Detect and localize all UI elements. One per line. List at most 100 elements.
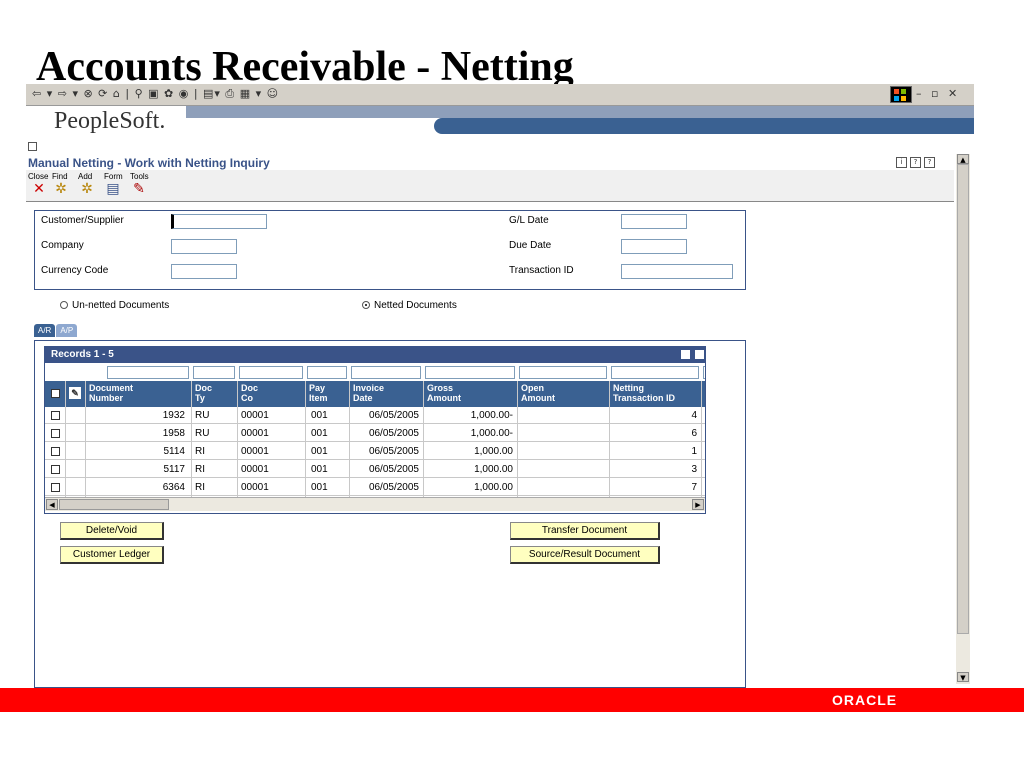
qbe-doc-ty[interactable] (193, 366, 235, 379)
browser-toolbar-icons[interactable]: ⇦ ▾ ⇨ ▾ ⊗ ⟳ ⌂ | ⚲ ▣ ✿ ◉ | ▤▾ ⎙ ▦ ▾ ☺ (32, 87, 279, 101)
col-open-amount[interactable]: Open Amount (521, 383, 555, 403)
cell-doc-ty: RU (195, 410, 210, 421)
cell-gross-amount: 1,000.00 (474, 464, 513, 475)
radio-netted-circle[interactable] (362, 301, 370, 309)
source-result-document-button[interactable]: Source/Result Document (510, 546, 660, 564)
cell-doc-number: 5117 (163, 464, 185, 475)
table-row[interactable]: 5117 RI 00001 001 06/05/2005 1,000.00 3 (45, 461, 705, 478)
horizontal-scrollbar[interactable]: ◀ ▶ (45, 497, 705, 511)
gl-date-input[interactable] (621, 214, 687, 229)
row-exit-icon[interactable]: ✎ (69, 387, 81, 399)
menu-form[interactable]: Form (104, 172, 123, 181)
cell-gross-amount: 1,000.00 (474, 482, 513, 493)
table-row[interactable]: 6364 RI 00001 001 06/05/2005 1,000.00 7 (45, 479, 705, 496)
header-band-dark: Sign Out (434, 118, 974, 144)
col-netting-transaction-id[interactable]: Netting Transaction ID (613, 383, 675, 403)
select-all-checkbox[interactable] (51, 389, 60, 398)
filter-panel: Customer/Supplier Company Currency Code … (34, 210, 746, 290)
cell-doc-co: 00001 (241, 482, 269, 493)
table-row[interactable]: 5114 RI 00001 001 06/05/2005 1,000.00 1 (45, 443, 705, 460)
col-pay-item[interactable]: Pay Item (309, 383, 328, 403)
qbe-doc-number[interactable] (107, 366, 189, 379)
col-doc-co[interactable]: Doc Co (241, 383, 258, 403)
windows-logo-icon (890, 86, 912, 103)
tools-icon[interactable]: ✎ (132, 182, 146, 196)
whats-this-icon[interactable]: ? (924, 157, 935, 168)
col-doc-ty[interactable]: Doc Ty (195, 383, 212, 403)
due-date-input[interactable] (621, 239, 687, 254)
menu-find[interactable]: Find (52, 172, 68, 181)
gl-date-label: G/L Date (509, 215, 549, 226)
tab-ap[interactable]: A/P (56, 324, 78, 337)
radio-netted[interactable]: Netted Documents (362, 300, 457, 311)
company-input[interactable] (171, 239, 237, 254)
row-checkbox[interactable] (51, 465, 60, 474)
radio-unnetted-circle[interactable] (60, 301, 68, 309)
tab-bar: A/R A/P (34, 324, 78, 337)
customer-ledger-button[interactable]: Customer Ledger (60, 546, 164, 564)
qbe-gross-amount[interactable] (425, 366, 515, 379)
table-row[interactable]: 1932 RU 00001 001 06/05/2005 1,000.00- 4 (45, 407, 705, 424)
grid-options-icon[interactable] (695, 350, 704, 359)
transaction-id-input[interactable] (621, 264, 733, 279)
cell-netting-tid: 4 (691, 410, 697, 421)
sign-out-link[interactable]: Sign Out (937, 134, 972, 144)
cell-doc-ty: RU (195, 428, 210, 439)
records-grid: Records 1 - 5 ✎ Document Number Doc Ty Doc… (44, 346, 706, 514)
qbe-open-amount[interactable] (519, 366, 607, 379)
cell-doc-ty: RI (195, 446, 205, 457)
close-x-icon[interactable]: ✕ (32, 182, 46, 196)
cell-invoice-date: 06/05/2005 (368, 464, 419, 475)
col-ne-do[interactable]: NeDo (705, 383, 706, 403)
cell-pay-item: 001 (311, 446, 328, 457)
scroll-thumb[interactable] (957, 164, 969, 634)
transfer-document-button[interactable]: Transfer Document (510, 522, 660, 540)
radio-unnetted[interactable]: Un-netted Documents (60, 300, 169, 311)
form-menu: Close ✕ Find ✲ Add ✲ Form ▤ Tools ✎ (26, 170, 954, 202)
cell-doc-co: 00001 (241, 446, 269, 457)
delete-void-button[interactable]: Delete/Void (60, 522, 164, 540)
page-icon[interactable] (28, 142, 37, 151)
grid-record-count: Records 1 - 5 (51, 349, 114, 360)
cell-pay-item: 001 (311, 464, 328, 475)
menu-tools[interactable]: Tools (130, 172, 149, 181)
customer-supplier-label: Customer/Supplier (41, 215, 124, 226)
menu-add[interactable]: Add (78, 172, 92, 181)
peoplesoft-logo: PeopleSoft. (54, 108, 166, 134)
scroll-down-icon[interactable]: ▼ (957, 672, 969, 682)
add-icon[interactable]: ✲ (80, 182, 94, 196)
help-icon[interactable]: ? (910, 157, 921, 168)
col-invoice-date[interactable]: Invoice Date (353, 383, 384, 403)
cell-doc-number: 1958 (162, 428, 185, 439)
cell-doc-number: 1932 (162, 410, 185, 421)
cell-pay-item: 001 (311, 410, 328, 421)
window-controls[interactable]: – ▫ ✕ (916, 87, 960, 100)
row-checkbox[interactable] (51, 483, 60, 492)
menu-close[interactable]: Close (28, 172, 48, 181)
qbe-ne-do[interactable] (703, 366, 705, 379)
col-gross-amount[interactable]: Gross Amount (427, 383, 461, 403)
export-icon[interactable] (681, 350, 690, 359)
form-icon[interactable]: ▤ (106, 182, 120, 196)
vertical-scrollbar[interactable]: ▲ ▼ (956, 154, 970, 684)
row-checkbox[interactable] (51, 429, 60, 438)
qbe-invoice-date[interactable] (351, 366, 421, 379)
tab-ar[interactable]: A/R (34, 324, 56, 337)
scroll-left-icon[interactable]: ◀ (46, 499, 58, 510)
find-icon[interactable]: ✲ (54, 182, 68, 196)
table-row[interactable]: 1958 RU 00001 001 06/05/2005 1,000.00- 6 (45, 425, 705, 442)
qbe-netting-tid[interactable] (611, 366, 699, 379)
info-icon[interactable]: i (896, 157, 907, 168)
scroll-right-icon[interactable]: ▶ (692, 499, 704, 510)
row-checkbox[interactable] (51, 447, 60, 456)
currency-code-input[interactable] (171, 264, 237, 279)
hscroll-thumb[interactable] (59, 499, 169, 510)
oracle-logo: ORACLE (832, 692, 898, 708)
company-label: Company (41, 240, 84, 251)
customer-supplier-input[interactable] (171, 214, 267, 229)
qbe-doc-co[interactable] (239, 366, 303, 379)
scroll-up-icon[interactable]: ▲ (957, 154, 969, 164)
row-checkbox[interactable] (51, 411, 60, 420)
qbe-pay-item[interactable] (307, 366, 347, 379)
col-doc-number[interactable]: Document Number (89, 383, 133, 403)
